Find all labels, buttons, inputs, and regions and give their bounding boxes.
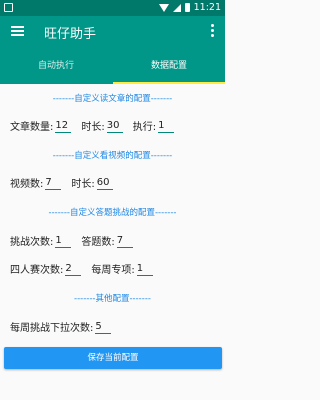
weekly-special-label: 每周专项:: [91, 265, 135, 276]
article-duration-input[interactable]: 30: [106, 120, 123, 133]
signal-icon: [172, 3, 181, 12]
answer-count-input[interactable]: 7: [116, 235, 133, 248]
battery-icon: [184, 3, 190, 12]
hamburger-menu-icon[interactable]: [11, 26, 24, 36]
weekly-scroll-label: 每周挑战下拉次数:: [10, 323, 94, 334]
video-row: 视频数: 7 时长: 60: [10, 175, 123, 190]
other-row: 每周挑战下拉次数: 5: [10, 319, 121, 334]
tab-data-config[interactable]: 数据配置: [113, 48, 225, 84]
video-duration-input[interactable]: 60: [96, 177, 113, 190]
status-icons: 11:21: [158, 2, 221, 13]
tab-bar: 自动执行 数据配置: [0, 48, 225, 84]
notification-icon: [4, 3, 13, 12]
weekly-scroll-input[interactable]: 5: [95, 321, 112, 334]
article-duration-label: 时长:: [81, 122, 105, 133]
section-title-video: -------自定义看视频的配置-------: [52, 151, 173, 161]
four-player-count-input[interactable]: 2: [65, 263, 82, 276]
tab-auto-execute[interactable]: 自动执行: [0, 48, 112, 84]
save-config-button[interactable]: 保存当前配置: [4, 347, 222, 369]
article-count-label: 文章数量:: [10, 122, 54, 133]
app-title: 旺仔助手: [44, 27, 97, 42]
status-bar: 11:21: [0, 0, 225, 16]
section-title-other: -------其他配置-------: [74, 294, 151, 304]
status-time: 11:21: [193, 2, 221, 13]
answer-count-label: 答题数:: [81, 237, 115, 248]
article-exec-label: 执行:: [132, 122, 157, 133]
more-options-icon[interactable]: [211, 24, 215, 40]
challenge-count-input[interactable]: 1: [55, 235, 72, 248]
four-player-count-label: 四人赛次数:: [10, 265, 64, 276]
article-count-input[interactable]: 12: [55, 120, 72, 133]
video-count-input[interactable]: 7: [45, 177, 62, 190]
challenge-count-label: 挑战次数:: [10, 237, 54, 248]
section-title-article: -------自定义读文章的配置-------: [52, 94, 173, 104]
section-title-quiz: -------自定义答题挑战的配置-------: [48, 208, 177, 218]
video-duration-label: 时长:: [71, 179, 95, 190]
article-row: 文章数量: 12 时长: 30 执行: 1: [10, 118, 184, 133]
quiz-row-1: 挑战次数: 1 答题数: 7: [10, 233, 143, 248]
article-exec-input[interactable]: 1: [158, 120, 175, 133]
weekly-special-input[interactable]: 1: [136, 263, 153, 276]
wifi-icon: [158, 3, 169, 12]
video-count-label: 视频数:: [10, 179, 44, 190]
quiz-row-2: 四人赛次数: 2 每周专项: 1: [10, 261, 163, 276]
app-bar: 旺仔助手: [0, 16, 225, 48]
